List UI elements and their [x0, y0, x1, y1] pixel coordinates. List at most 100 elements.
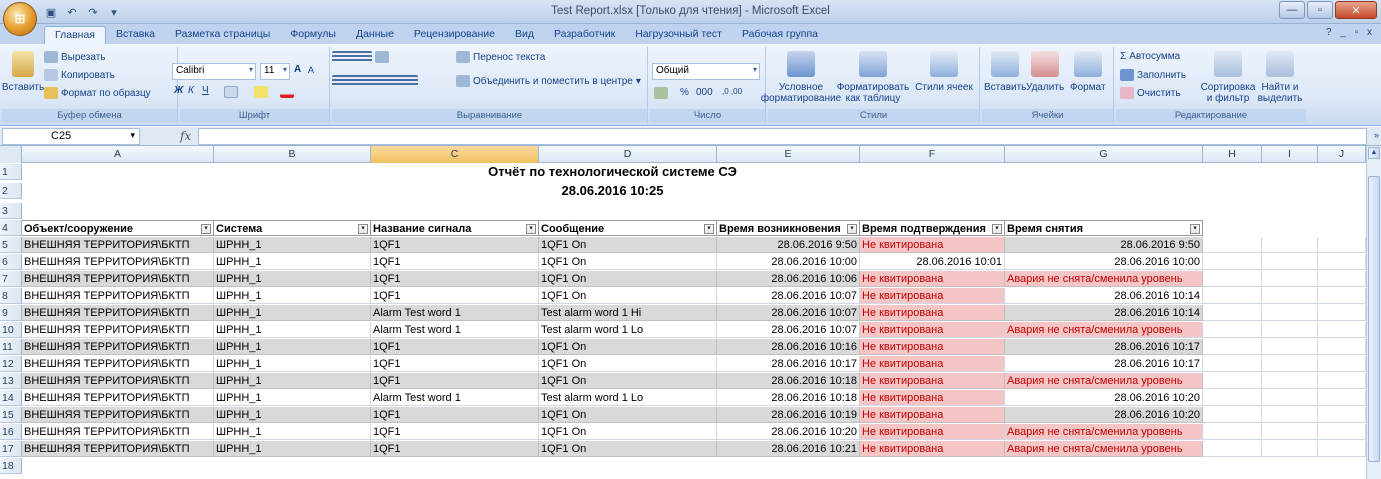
borders-button[interactable]	[224, 86, 238, 98]
cell-c[interactable]: 1QF1	[371, 441, 539, 457]
copy-button[interactable]: Копировать	[44, 69, 115, 81]
expand-formula-bar-icon[interactable]: »	[1374, 130, 1379, 140]
cell-a[interactable]: ВНЕШНЯЯ ТЕРРИТОРИЯ\БКТП	[22, 356, 214, 372]
cell-a[interactable]: ВНЕШНЯЯ ТЕРРИТОРИЯ\БКТП	[22, 271, 214, 287]
empty-cell[interactable]	[1262, 390, 1318, 406]
horizontal-align-buttons[interactable]	[332, 75, 418, 87]
cell-e[interactable]: 28.06.2016 10:07	[717, 305, 860, 321]
cell-e[interactable]: 28.06.2016 10:20	[717, 424, 860, 440]
report-title[interactable]: Отчёт по технологической системе СЭ	[22, 164, 1203, 180]
percent-button[interactable]: %	[680, 87, 689, 98]
clear-button[interactable]: Очистить	[1120, 87, 1181, 99]
formula-input[interactable]	[198, 128, 1367, 145]
cell-f[interactable]: Не квитирована	[860, 322, 1005, 338]
tab-insert[interactable]: Вставка	[106, 26, 165, 44]
align-top-buttons[interactable]	[332, 51, 389, 63]
row-header[interactable]: 9	[0, 305, 22, 321]
italic-button[interactable]: К	[188, 85, 194, 96]
tab-data[interactable]: Данные	[346, 26, 404, 44]
cell-g[interactable]: Авария не снята/сменила уровень	[1005, 322, 1203, 338]
empty-cell[interactable]	[1262, 237, 1318, 253]
cell-a[interactable]: ВНЕШНЯЯ ТЕРРИТОРИЯ\БКТП	[22, 441, 214, 457]
row-header[interactable]: 3	[0, 203, 22, 219]
format-cells-button[interactable]: Формат	[1070, 51, 1106, 93]
tab-home[interactable]: Главная	[44, 26, 106, 44]
cell-e[interactable]: 28.06.2016 10:17	[717, 356, 860, 372]
row-header[interactable]: 12	[0, 356, 22, 372]
decimal-buttons[interactable]: ,0 ,00	[722, 87, 742, 96]
cut-button[interactable]: Вырезать	[44, 51, 105, 63]
cell-d[interactable]: 1QF1 On	[539, 288, 717, 304]
cell-c[interactable]: 1QF1	[371, 339, 539, 355]
empty-cell[interactable]	[1203, 254, 1262, 270]
sort-filter-button[interactable]: Сортировка и фильтр	[1201, 51, 1255, 104]
ribbon-window-controls[interactable]: ? _ ▫ x	[1326, 27, 1375, 38]
select-all-corner[interactable]	[0, 146, 22, 163]
cell-b[interactable]: ШРНН_1	[214, 356, 371, 372]
cell-d[interactable]: Test alarm word 1 Lo	[539, 390, 717, 406]
cell-f[interactable]: Не квитирована	[860, 271, 1005, 287]
tab-view[interactable]: Вид	[505, 26, 544, 44]
currency-button[interactable]	[654, 87, 668, 99]
cell-a[interactable]: ВНЕШНЯЯ ТЕРРИТОРИЯ\БКТП	[22, 339, 214, 355]
cell-b[interactable]: ШРНН_1	[214, 339, 371, 355]
cell-g[interactable]: 28.06.2016 10:17	[1005, 339, 1203, 355]
cell-a[interactable]: ВНЕШНЯЯ ТЕРРИТОРИЯ\БКТП	[22, 424, 214, 440]
cell-f[interactable]: Не квитирована	[860, 407, 1005, 423]
empty-cell[interactable]	[1318, 441, 1366, 457]
row-header[interactable]: 16	[0, 424, 22, 440]
row-header[interactable]: 4	[0, 220, 22, 236]
find-select-button[interactable]: Найти и выделить	[1254, 51, 1306, 104]
tab-review[interactable]: Рецензирование	[404, 26, 505, 44]
cell-f[interactable]: Не квитирована	[860, 288, 1005, 304]
cell-c[interactable]: 1QF1	[371, 373, 539, 389]
cell-b[interactable]: ШРНН_1	[214, 322, 371, 338]
cell-f[interactable]: Не квитирована	[860, 390, 1005, 406]
cell-g[interactable]: 28.06.2016 9:50	[1005, 237, 1203, 253]
cell-b[interactable]: ШРНН_1	[214, 305, 371, 321]
empty-cell[interactable]	[1318, 424, 1366, 440]
cell-g[interactable]: Авария не снята/сменила уровень	[1005, 271, 1203, 287]
underline-button[interactable]: Ч	[202, 85, 209, 96]
cell-e[interactable]: 28.06.2016 10:21	[717, 441, 860, 457]
empty-cell[interactable]	[1318, 271, 1366, 287]
cell-c[interactable]: 1QF1	[371, 271, 539, 287]
empty-cell[interactable]	[1262, 373, 1318, 389]
empty-cell[interactable]	[1203, 390, 1262, 406]
cell-e[interactable]: 28.06.2016 10:18	[717, 390, 860, 406]
cell-c[interactable]: 1QF1	[371, 407, 539, 423]
scrollbar-thumb[interactable]	[1368, 176, 1380, 462]
office-button[interactable]: ⊞	[3, 2, 37, 36]
empty-cell[interactable]	[1262, 322, 1318, 338]
wrap-text-button[interactable]: Перенос текста	[456, 51, 545, 63]
header-cell-acknowledged[interactable]: Время подтверждения ▾	[860, 220, 1005, 236]
report-date[interactable]: 28.06.2016 10:25	[22, 183, 1203, 199]
row-header[interactable]: 1	[0, 164, 22, 180]
empty-cell[interactable]	[1262, 424, 1318, 440]
cell-c[interactable]: 1QF1	[371, 424, 539, 440]
bold-button[interactable]: Ж	[174, 85, 183, 96]
column-header-i[interactable]: I	[1262, 146, 1318, 163]
cell-f[interactable]: Не квитирована	[860, 237, 1005, 253]
cell-f[interactable]: 28.06.2016 10:01	[860, 254, 1005, 270]
format-painter-button[interactable]: Формат по образцу	[44, 87, 151, 99]
name-box[interactable]: C25 ▾	[2, 128, 140, 145]
empty-cell[interactable]	[1262, 271, 1318, 287]
cell-b[interactable]: ШРНН_1	[214, 271, 371, 287]
empty-cell[interactable]	[1262, 339, 1318, 355]
empty-cell[interactable]	[1262, 288, 1318, 304]
thousands-button[interactable]: 000	[696, 87, 713, 98]
empty-cell[interactable]	[1203, 288, 1262, 304]
cell-d[interactable]: 1QF1 On	[539, 271, 717, 287]
cell-d[interactable]: 1QF1 On	[539, 237, 717, 253]
empty-cell[interactable]	[1262, 356, 1318, 372]
row-header[interactable]: 11	[0, 339, 22, 355]
column-header-h[interactable]: H	[1203, 146, 1262, 163]
empty-cell[interactable]	[1203, 424, 1262, 440]
cell-g[interactable]: 28.06.2016 10:20	[1005, 390, 1203, 406]
cell-d[interactable]: Test alarm word 1 Lo	[539, 322, 717, 338]
cell-e[interactable]: 28.06.2016 9:50	[717, 237, 860, 253]
row-header[interactable]: 17	[0, 441, 22, 457]
tab-page-layout[interactable]: Разметка страницы	[165, 26, 280, 44]
cell-a[interactable]: ВНЕШНЯЯ ТЕРРИТОРИЯ\БКТП	[22, 254, 214, 270]
